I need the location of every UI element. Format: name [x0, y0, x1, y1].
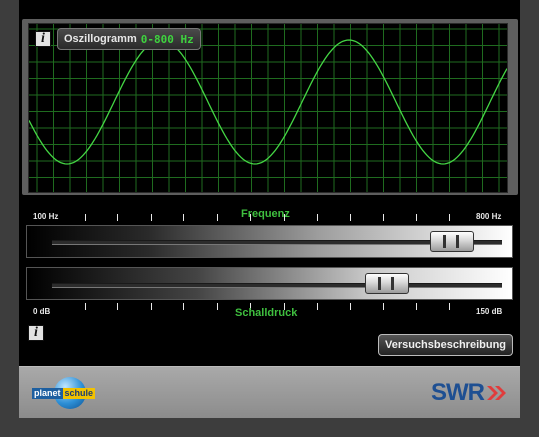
- scale-tick: [151, 214, 152, 221]
- brand-part-b: schule: [62, 388, 96, 399]
- scale-tick: [217, 303, 218, 310]
- scale-tick: [183, 214, 184, 221]
- oscilloscope-label: Oszillogramm 0-800 Hz: [57, 28, 201, 50]
- pressure-slider[interactable]: [26, 267, 513, 300]
- scale-tick: [317, 214, 318, 221]
- frequency-slider[interactable]: [26, 225, 513, 258]
- description-button[interactable]: Versuchsbeschreibung: [378, 334, 513, 356]
- frequency-scale: [0, 214, 539, 224]
- oscilloscope-info-icon[interactable]: i: [35, 31, 51, 47]
- scale-tick: [449, 214, 450, 221]
- frequency-slider-thumb[interactable]: [429, 231, 474, 252]
- oscilloscope-title: Oszillogramm: [64, 33, 137, 45]
- swr-logo[interactable]: SWR: [431, 379, 485, 407]
- scale-tick: [183, 303, 184, 310]
- footer: planet schule SWR: [19, 366, 520, 418]
- pressure-min-label: 0 dB: [33, 307, 51, 316]
- scale-tick: [416, 303, 417, 310]
- swr-arrows-icon: [487, 386, 506, 400]
- planet-schule-logo[interactable]: planet schule: [32, 388, 96, 399]
- info-icon[interactable]: i: [28, 325, 44, 341]
- scale-tick: [350, 214, 351, 221]
- scale-tick: [117, 303, 118, 310]
- pressure-label: Schalldruck: [235, 307, 298, 319]
- scale-tick: [350, 303, 351, 310]
- scale-tick: [250, 214, 251, 221]
- scale-tick: [383, 214, 384, 221]
- pressure-slider-track: [52, 283, 502, 288]
- scale-tick: [85, 303, 86, 310]
- scale-tick: [383, 303, 384, 310]
- pressure-max-label: 150 dB: [476, 307, 503, 316]
- brand-part-a: planet: [32, 388, 63, 399]
- pressure-slider-thumb[interactable]: [364, 273, 409, 294]
- scale-tick: [317, 303, 318, 310]
- scale-tick: [217, 214, 218, 221]
- scale-tick: [449, 303, 450, 310]
- scale-tick: [151, 303, 152, 310]
- scale-tick: [117, 214, 118, 221]
- oscilloscope-range: 0-800 Hz: [140, 32, 194, 46]
- scale-tick: [284, 214, 285, 221]
- scale-tick: [85, 214, 86, 221]
- scale-tick: [416, 214, 417, 221]
